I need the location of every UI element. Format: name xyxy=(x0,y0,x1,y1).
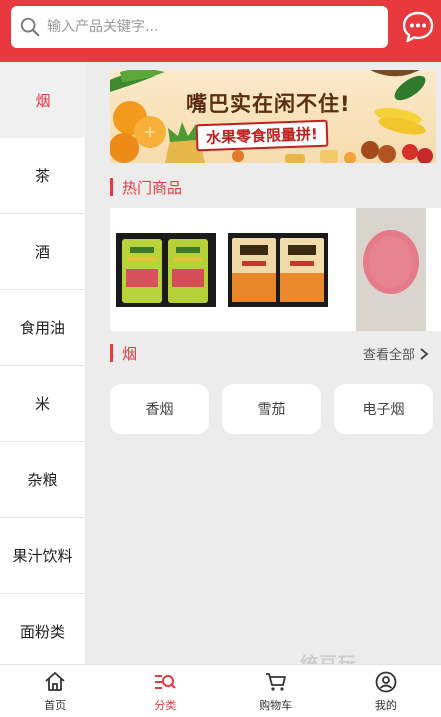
bottom-tab-bar: 首页 分类 购物车 我的 xyxy=(0,664,441,717)
sidebar-item-label: 酒 xyxy=(34,243,50,261)
tab-home[interactable]: 首页 xyxy=(0,665,110,717)
product-image xyxy=(356,208,426,331)
chat-bubble-icon xyxy=(402,11,434,43)
hot-products-header: 热门商品 xyxy=(110,176,436,198)
sidebar-item-rice[interactable]: 米 xyxy=(0,366,86,442)
tab-label: 首页 xyxy=(44,698,67,712)
product-card[interactable] xyxy=(115,208,217,331)
chip-label: 雪茄 xyxy=(257,402,286,418)
message-button[interactable] xyxy=(400,9,436,45)
sidebar-item-label: 面粉类 xyxy=(19,623,65,641)
sidebar-item-label: 烟 xyxy=(35,91,51,110)
section-title: 热门商品 xyxy=(122,178,183,197)
tab-profile[interactable]: 我的 xyxy=(331,665,441,717)
product-image xyxy=(228,232,328,307)
tab-label: 我的 xyxy=(374,698,397,712)
chevron-right-icon xyxy=(420,347,429,360)
banner-title: 嘴巴实在闲不住! xyxy=(186,92,351,116)
section-accent-bar xyxy=(110,178,113,196)
chip-label: 香烟 xyxy=(145,402,174,418)
top-header xyxy=(0,0,441,62)
subcategory-chip-cigarettes[interactable]: 香烟 xyxy=(110,384,209,434)
tab-category[interactable]: 分类 xyxy=(110,665,220,717)
sidebar-item-juice-drinks[interactable]: 果汁饮料 xyxy=(0,518,86,594)
product-image xyxy=(116,232,216,307)
profile-icon xyxy=(375,671,397,692)
section-title: 烟 xyxy=(122,344,138,363)
view-all-label: 查看全部 xyxy=(362,348,415,363)
category-icon xyxy=(155,674,177,689)
sidebar-item-cooking-oil[interactable]: 食用油 xyxy=(0,290,86,366)
subcategory-chip-e-cigarettes[interactable]: 电子烟 xyxy=(334,384,433,434)
sidebar-item-flour[interactable]: 面粉类 xyxy=(0,594,86,670)
tab-label: 分类 xyxy=(154,698,177,712)
sidebar-item-tea[interactable]: 茶 xyxy=(0,138,86,214)
product-card[interactable] xyxy=(227,208,329,331)
view-all-link[interactable]: 查看全部 xyxy=(363,344,430,363)
home-icon xyxy=(45,671,65,691)
sidebar-item-grains[interactable]: 杂粮 xyxy=(0,442,86,518)
search-bar[interactable] xyxy=(11,6,388,48)
sidebar-item-label: 杂粮 xyxy=(27,471,58,489)
subcategory-chip-cigars[interactable]: 雪茄 xyxy=(222,384,321,434)
section-accent-bar xyxy=(110,344,113,362)
sidebar-item-label: 食用油 xyxy=(19,319,65,337)
product-card[interactable] xyxy=(354,208,428,331)
search-input[interactable] xyxy=(47,19,367,35)
tab-cart[interactable]: 购物车 xyxy=(221,665,331,717)
category-content: 嘴巴实在闲不住! 水果零食限量拼! 热门商品 烟 查看全部 香烟 雪茄 电子烟 xyxy=(86,62,441,664)
sidebar-item-label: 果汁饮料 xyxy=(12,547,73,565)
category-sidebar: 烟 茶 酒 食用油 米 杂粮 果汁饮料 面粉类 xyxy=(0,62,86,670)
promo-banner[interactable]: 嘴巴实在闲不住! 水果零食限量拼! xyxy=(110,70,436,163)
sidebar-item-label: 茶 xyxy=(34,167,50,185)
hot-products-carousel[interactable] xyxy=(110,208,441,331)
sidebar-item-label: 米 xyxy=(34,395,50,413)
tab-label: 购物车 xyxy=(259,698,293,712)
banner-subtitle: 水果零食限量拼! xyxy=(195,119,329,152)
search-icon xyxy=(20,17,40,37)
chip-label: 电子烟 xyxy=(362,402,405,418)
cart-icon xyxy=(265,672,286,691)
sidebar-item-liquor[interactable]: 酒 xyxy=(0,214,86,290)
category-section-header: 烟 查看全部 xyxy=(110,342,436,364)
sidebar-item-cigarettes[interactable]: 烟 xyxy=(0,62,86,138)
